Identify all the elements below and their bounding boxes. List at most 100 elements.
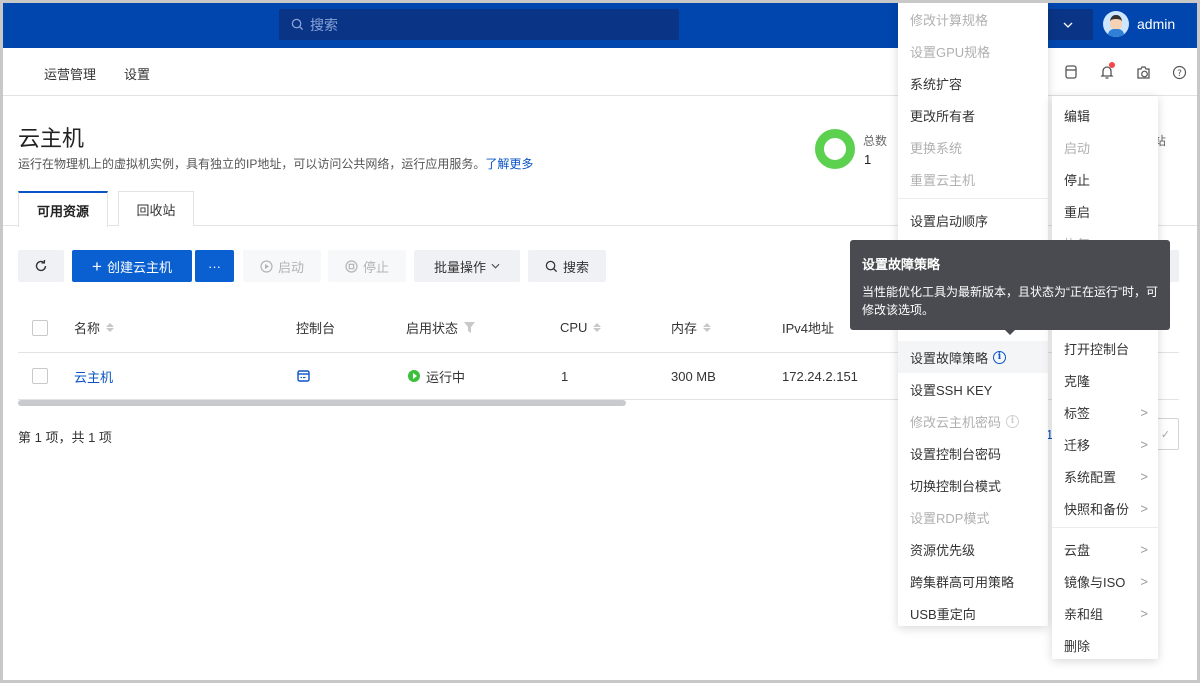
column-status[interactable]: 启用状态	[406, 303, 476, 352]
menu-item-open-console[interactable]: 打开控制台	[1052, 332, 1158, 364]
menu-item-modify-compute[interactable]: 修改计算规格	[898, 3, 1048, 35]
row-checkbox[interactable]	[32, 368, 48, 384]
menu-item-vm-password[interactable]: 修改云主机密码 i	[898, 405, 1048, 437]
ipv4-cell: 172.24.2.151	[782, 368, 858, 384]
help-icon[interactable]: ?	[1161, 62, 1197, 82]
tab-recycle-bin[interactable]: 回收站	[118, 191, 194, 226]
menu-label: 打开控制台	[1064, 341, 1130, 357]
menu-item-failure-policy[interactable]: 设置故障策略 i	[898, 341, 1048, 373]
menu-label: 设置RDP模式	[910, 510, 990, 526]
menu-label: 系统配置	[1064, 469, 1117, 485]
menu-label: 克隆	[1064, 373, 1091, 389]
menu-item-image-iso[interactable]: 镜像与ISO >	[1052, 565, 1158, 597]
menu-item-snapshot-backup[interactable]: 快照和备份 >	[1052, 492, 1158, 524]
menu-label: 编辑	[1064, 108, 1091, 124]
menu-item-boot-order[interactable]: 设置启动顺序	[898, 204, 1048, 236]
tab-available[interactable]: 可用资源	[18, 191, 108, 227]
learn-more-link[interactable]: 了解更多	[485, 157, 533, 171]
nav-item-operations[interactable]: 运营管理	[44, 64, 96, 83]
menu-item-change-os[interactable]: 更换系统	[898, 131, 1048, 163]
menu-item-clone[interactable]: 克隆	[1052, 364, 1158, 396]
menu-item-cross-cluster-ha[interactable]: 跨集群高可用策略	[898, 565, 1048, 597]
global-search-input[interactable]: 搜索	[279, 9, 679, 40]
menu-item-disk[interactable]: 云盘 >	[1052, 533, 1158, 565]
menu-divider	[1052, 527, 1158, 528]
menu-item-start[interactable]: 启动	[1052, 131, 1158, 163]
menu-item-tags[interactable]: 标签 >	[1052, 396, 1158, 428]
avatar	[1103, 11, 1129, 37]
filter-icon[interactable]	[464, 322, 476, 333]
chevron-right-icon: >	[1140, 605, 1148, 621]
menu-item-rdp-mode[interactable]: 设置RDP模式	[898, 501, 1048, 533]
stop-button[interactable]: 停止	[328, 250, 406, 282]
info-icon[interactable]: i	[993, 350, 1007, 364]
menu-label: 更改所有者	[910, 108, 976, 124]
column-memory-label: 内存	[671, 321, 698, 336]
sort-icon[interactable]	[106, 323, 115, 332]
chevron-down-icon	[491, 263, 500, 269]
menu-label: 重置云主机	[910, 172, 976, 188]
console-icon[interactable]	[297, 370, 310, 382]
menu-item-ssh-key[interactable]: 设置SSH KEY	[898, 373, 1048, 405]
menu-item-system-config[interactable]: 系统配置 >	[1052, 460, 1158, 492]
start-button[interactable]: 启动	[243, 250, 321, 282]
database-icon[interactable]	[1053, 62, 1089, 82]
menu-label: 切换控制台模式	[910, 478, 1002, 494]
menu-item-change-owner[interactable]: 更改所有者	[898, 99, 1048, 131]
menu-label: 跨集群高可用策略	[910, 574, 1015, 590]
column-console-label: 控制台	[296, 321, 336, 336]
user-menu[interactable]: admin	[1103, 11, 1175, 37]
column-name-label: 名称	[74, 321, 101, 336]
create-vm-button[interactable]: + 创建云主机	[72, 250, 192, 282]
status-text: 运行中	[426, 369, 466, 385]
batch-actions-button[interactable]: 批量操作	[414, 250, 520, 282]
start-label: 启动	[277, 259, 304, 275]
menu-item-console-mode[interactable]: 切换控制台模式	[898, 469, 1048, 501]
chevron-down-icon	[1063, 22, 1073, 28]
menu-label: 设置启动顺序	[910, 213, 989, 229]
sort-icon[interactable]	[593, 323, 602, 332]
nav-item-settings[interactable]: 设置	[124, 64, 150, 83]
select-all-checkbox[interactable]	[32, 319, 48, 336]
menu-item-usb-redirect[interactable]: USB重定向	[898, 597, 1048, 629]
region-select[interactable]	[1043, 9, 1093, 40]
column-cpu-label: CPU	[560, 320, 588, 335]
vm-name-link[interactable]: 云主机	[74, 353, 113, 399]
menu-item-reset-vm[interactable]: 重置云主机	[898, 163, 1048, 195]
menu-label: 镜像与ISO	[1064, 574, 1126, 590]
page-title: 云主机	[18, 126, 85, 151]
horizontal-scrollbar[interactable]	[18, 400, 626, 406]
menu-item-delete[interactable]: 删除	[1052, 629, 1158, 661]
menu-item-set-gpu[interactable]: 设置GPU规格	[898, 35, 1048, 67]
menu-item-expand-system[interactable]: 系统扩容	[898, 67, 1048, 99]
menu-label: 修改计算规格	[910, 12, 989, 28]
menu-item-resource-priority[interactable]: 资源优先级	[898, 533, 1048, 565]
menu-label: 启动	[1064, 140, 1091, 156]
actions-menu: 编辑 启动 停止 重启 恢复 打开控制台 克隆 标签> 迁移> 系统配置> 快照…	[1052, 96, 1158, 659]
menu-item-edit[interactable]: 编辑	[1052, 99, 1158, 131]
menu-item-console-password[interactable]: 设置控制台密码	[898, 437, 1048, 469]
page-description: 运行在物理机上的虚拟机实例，具有独立的IP地址，可以访问公共网络，运行应用服务。…	[18, 155, 533, 172]
bell-icon[interactable]	[1089, 62, 1125, 82]
camera-clock-icon[interactable]	[1125, 62, 1161, 82]
chevron-right-icon: >	[1140, 436, 1148, 452]
column-cpu[interactable]: CPU	[560, 303, 602, 352]
menu-label: 重启	[1064, 204, 1091, 220]
menu-item-affinity-group[interactable]: 亲和组 >	[1052, 597, 1158, 629]
column-name[interactable]: 名称	[74, 303, 115, 352]
search-label: 搜索	[562, 259, 589, 275]
cpu-cell: 1	[561, 368, 569, 384]
more-actions-button[interactable]: ···	[195, 250, 234, 282]
info-icon[interactable]: i	[1006, 414, 1020, 428]
batch-actions-label: 批量操作	[433, 259, 486, 275]
menu-label: 系统扩容	[910, 76, 963, 92]
play-circle-icon	[260, 259, 273, 273]
menu-item-stop[interactable]: 停止	[1052, 163, 1158, 195]
menu-item-reboot[interactable]: 重启	[1052, 195, 1158, 227]
search-button[interactable]: 搜索	[528, 250, 606, 282]
menu-label: 设置控制台密码	[910, 446, 1002, 462]
refresh-button[interactable]	[18, 250, 64, 282]
menu-item-migrate[interactable]: 迁移 >	[1052, 428, 1158, 460]
column-memory[interactable]: 内存	[671, 303, 712, 352]
sort-icon[interactable]	[703, 323, 712, 332]
